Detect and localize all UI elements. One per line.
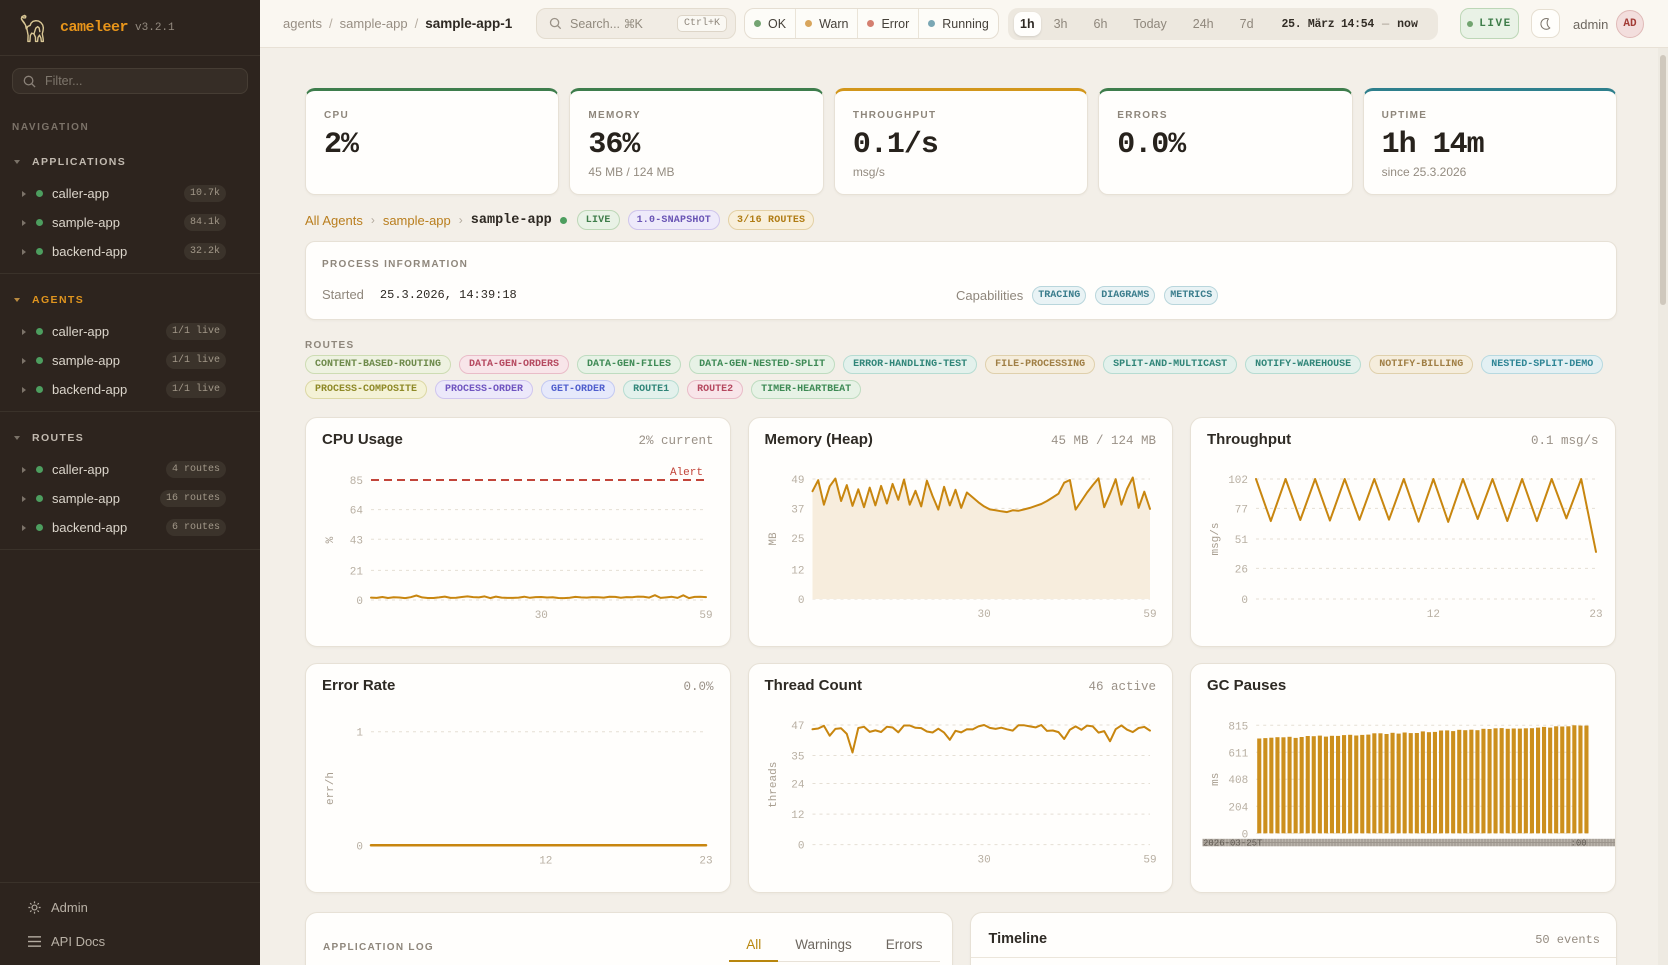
svg-text:43: 43 xyxy=(350,535,363,547)
svg-text:2026-03-25T: 2026-03-25T xyxy=(1203,838,1263,848)
svg-text:30: 30 xyxy=(977,609,990,621)
svg-text:408: 408 xyxy=(1228,775,1248,787)
svg-text:30: 30 xyxy=(977,855,990,867)
svg-text:102: 102 xyxy=(1228,475,1248,487)
svg-text:21: 21 xyxy=(350,566,364,578)
svg-text:1: 1 xyxy=(356,728,363,740)
svg-text:815: 815 xyxy=(1228,721,1248,733)
svg-text:59: 59 xyxy=(699,610,712,622)
svg-text:30: 30 xyxy=(535,610,548,622)
svg-text:51: 51 xyxy=(1235,535,1249,547)
svg-text:ms: ms xyxy=(1210,773,1222,786)
svg-text:23: 23 xyxy=(699,855,712,867)
svg-text:0: 0 xyxy=(356,596,363,608)
svg-text:59: 59 xyxy=(1143,609,1156,621)
svg-text:35: 35 xyxy=(791,752,804,764)
svg-text:12: 12 xyxy=(791,810,804,822)
svg-text:%: % xyxy=(325,536,337,543)
svg-text:Alert: Alert xyxy=(670,467,703,479)
svg-text:26: 26 xyxy=(1235,564,1248,576)
svg-text:MB: MB xyxy=(768,532,780,546)
svg-text:611: 611 xyxy=(1228,748,1248,760)
svg-text:23: 23 xyxy=(1589,609,1602,621)
svg-text:37: 37 xyxy=(791,504,804,516)
svg-text:47: 47 xyxy=(791,721,804,733)
svg-text:msg/s: msg/s xyxy=(1210,522,1222,555)
svg-text:err/h: err/h xyxy=(325,772,337,805)
svg-text:0: 0 xyxy=(356,841,363,853)
svg-text:12: 12 xyxy=(791,566,804,578)
svg-text::00: :00 xyxy=(1571,838,1587,848)
svg-text:77: 77 xyxy=(1235,504,1248,516)
svg-text:204: 204 xyxy=(1228,802,1248,814)
svg-text:0: 0 xyxy=(1241,595,1248,607)
svg-text:0: 0 xyxy=(797,595,804,607)
svg-text:0: 0 xyxy=(797,841,804,853)
svg-text:49: 49 xyxy=(791,475,804,487)
svg-text:25: 25 xyxy=(791,534,804,546)
svg-text:12: 12 xyxy=(539,855,552,867)
svg-text:85: 85 xyxy=(350,476,363,488)
svg-text:12: 12 xyxy=(1427,609,1440,621)
svg-text:24: 24 xyxy=(791,780,805,792)
svg-text:threads: threads xyxy=(768,762,780,808)
svg-text:59: 59 xyxy=(1143,855,1156,867)
svg-text:64: 64 xyxy=(350,506,364,518)
